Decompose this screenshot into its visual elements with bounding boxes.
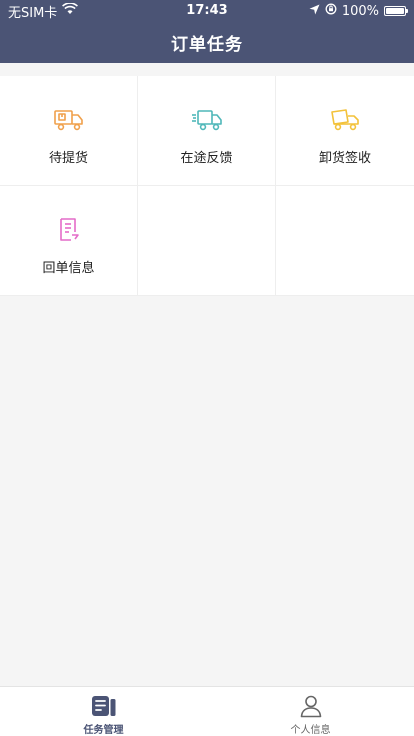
- tab-task-management[interactable]: 任务管理: [0, 687, 207, 736]
- grid-item-unload-sign[interactable]: 卸货签收: [276, 76, 414, 186]
- tab-label: 任务管理: [83, 725, 124, 736]
- grid-item-pending-pickup[interactable]: 待提货: [0, 76, 138, 186]
- task-management-icon: [91, 694, 117, 718]
- grid-item-label: 待提货: [48, 151, 88, 166]
- truck-moving-icon: [191, 107, 223, 133]
- status-bar: 无SIM卡 17:43 100%: [0, 0, 414, 22]
- grid-empty-cell: [138, 186, 276, 296]
- tab-personal-info[interactable]: 个人信息: [207, 687, 414, 736]
- status-right: 100%: [309, 3, 408, 19]
- tab-label: 个人信息: [290, 725, 331, 736]
- grid-item-label: 在途反馈: [180, 151, 233, 166]
- location-arrow-icon: [309, 4, 320, 19]
- receipt-icon: [53, 217, 85, 243]
- person-icon: [298, 694, 324, 718]
- grid-item-in-transit[interactable]: 在途反馈: [138, 76, 276, 186]
- grid-empty-cell: [276, 186, 414, 296]
- orientation-lock-icon: [325, 3, 337, 19]
- bottom-tab-bar: 任务管理 个人信息: [0, 686, 414, 736]
- app-header: 无SIM卡 17:43 100% 订单任务: [0, 0, 414, 63]
- page-title: 订单任务: [171, 35, 243, 55]
- grid-item-receipt-info[interactable]: 回单信息: [0, 186, 138, 296]
- battery-percent: 100%: [341, 3, 379, 19]
- task-grid: 待提货 在途反馈 卸货签收 回单信息: [0, 76, 414, 296]
- battery-icon: [384, 6, 408, 16]
- grid-item-label: 回单信息: [42, 261, 95, 276]
- grid-item-label: 卸货签收: [318, 151, 371, 166]
- truck-loading-icon: [53, 107, 85, 133]
- truck-dump-icon: [329, 107, 361, 133]
